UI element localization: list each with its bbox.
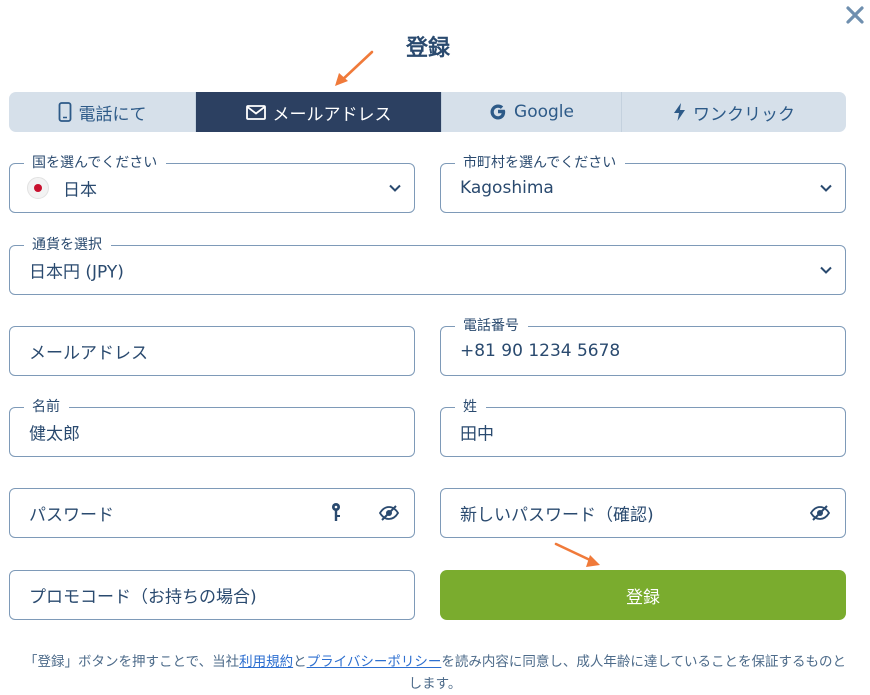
tab-google[interactable]: Google xyxy=(442,92,622,132)
eye-slash-icon[interactable] xyxy=(378,504,400,522)
last-name-label: 姓 xyxy=(455,397,486,417)
terms-and: と xyxy=(293,654,307,670)
tab-label: ワンクリック xyxy=(693,104,795,125)
tab-label: 電話にて xyxy=(78,104,147,125)
chevron-down-icon xyxy=(389,184,401,192)
terms-notice: 「登録」ボタンを押すことで、当社利用規約とプライバシーポリシーを読み内容に同意し… xyxy=(20,651,850,695)
password-confirm-field[interactable]: 新しいパスワード（確認) xyxy=(440,488,846,538)
registration-method-tabs: 電話にて メールアドレス Google ワンクリック xyxy=(9,92,846,132)
phone-field[interactable]: 電話番号 +81 90 1234 5678 xyxy=(440,316,846,376)
password-placeholder: パスワード xyxy=(29,505,114,526)
tab-label: メールアドレス xyxy=(272,104,392,125)
first-name-value: 健太郎 xyxy=(29,424,80,445)
eye-slash-icon[interactable] xyxy=(809,504,831,522)
privacy-policy-link[interactable]: プライバシーポリシー xyxy=(307,654,442,670)
tab-email[interactable]: メールアドレス xyxy=(196,92,442,132)
page-title: 登録 xyxy=(405,36,450,61)
register-button[interactable]: 登録 xyxy=(440,570,846,620)
annotation-arrow-icon xyxy=(554,542,600,567)
phone-label: 電話番号 xyxy=(455,316,528,336)
email-field[interactable]: メールアドレス xyxy=(9,326,415,376)
tab-one-click[interactable]: ワンクリック xyxy=(622,92,846,132)
password-field[interactable]: パスワード xyxy=(9,488,415,538)
country-select[interactable]: 国を選んでください 日本 xyxy=(9,153,415,213)
promo-code-placeholder: プロモコード（お持ちの場合) xyxy=(29,587,257,608)
first-name-field[interactable]: 名前 健太郎 xyxy=(9,397,415,457)
japan-flag-icon xyxy=(27,177,49,199)
password-confirm-placeholder: 新しいパスワード（確認) xyxy=(460,505,654,526)
chevron-down-icon xyxy=(820,184,832,192)
envelope-icon xyxy=(245,104,266,120)
currency-label: 通貨を選択 xyxy=(24,235,111,255)
last-name-field[interactable]: 姓 田中 xyxy=(440,397,846,457)
city-label: 市町村を選んでください xyxy=(455,153,626,173)
terms-prefix: 「登録」ボタンを押すことで、当社 xyxy=(24,654,240,670)
phone-icon xyxy=(58,102,71,122)
close-icon[interactable] xyxy=(843,3,867,27)
first-name-label: 名前 xyxy=(24,397,69,417)
promo-code-field[interactable]: プロモコード（お持ちの場合) xyxy=(9,570,415,620)
phone-value: +81 90 1234 5678 xyxy=(460,341,621,361)
city-select[interactable]: 市町村を選んでください Kagoshima xyxy=(440,153,846,213)
country-label: 国を選んでください xyxy=(24,153,167,173)
last-name-value: 田中 xyxy=(460,424,494,445)
terms-suffix: を読み内容に同意し、成人年齢に達していることを保証するものとします。 xyxy=(408,654,846,692)
terms-of-use-link[interactable]: 利用規約 xyxy=(239,654,293,670)
tab-label: Google xyxy=(514,102,574,122)
currency-select[interactable]: 通貨を選択 日本円 (JPY) xyxy=(9,235,846,295)
currency-value: 日本円 (JPY) xyxy=(29,262,124,283)
country-value: 日本 xyxy=(63,180,97,201)
google-icon xyxy=(490,104,506,120)
tab-phone[interactable]: 電話にて xyxy=(9,92,196,132)
city-value: Kagoshima xyxy=(460,178,554,198)
chevron-down-icon xyxy=(820,266,832,274)
key-icon[interactable] xyxy=(330,502,342,524)
email-placeholder: メールアドレス xyxy=(29,343,148,364)
lightning-icon xyxy=(674,103,685,121)
